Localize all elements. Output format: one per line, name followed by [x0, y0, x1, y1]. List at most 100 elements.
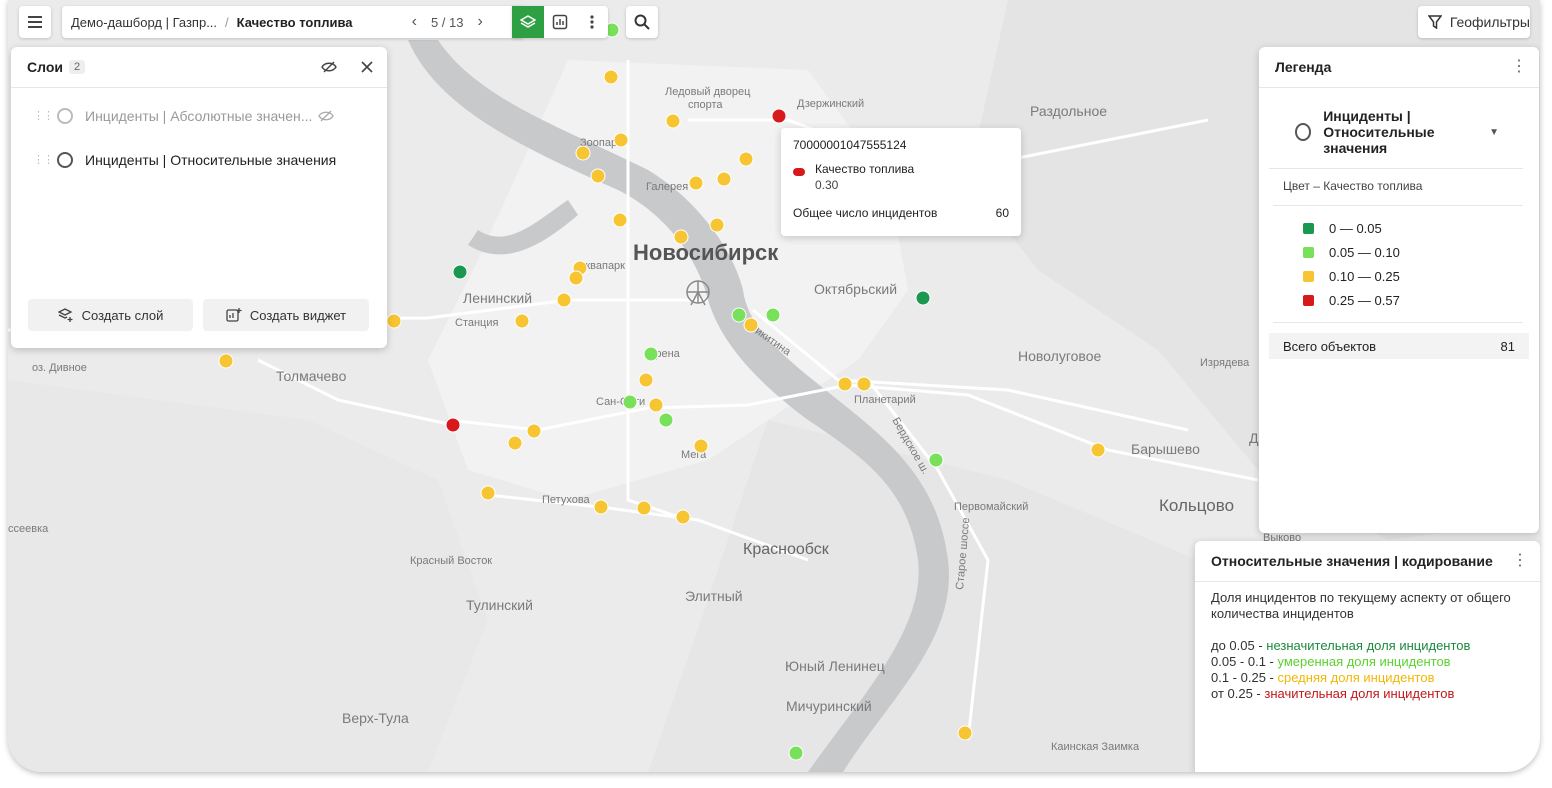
incident-marker[interactable] [673, 229, 689, 245]
coding-body: Доля инцидентов по текущему аспекту от о… [1195, 582, 1540, 710]
search-button[interactable] [626, 6, 658, 38]
incident-marker[interactable] [856, 376, 872, 392]
map-label-sancity: Сан-Сити [596, 396, 645, 408]
incident-marker[interactable] [675, 509, 691, 525]
legend-item-label: 0.25 — 0.57 [1329, 292, 1400, 308]
incident-marker[interactable] [957, 725, 973, 741]
create-layer-button[interactable]: Создать слой [28, 299, 193, 331]
coding-line: от 0.25 - значительная доля инцидентов [1211, 686, 1455, 701]
incident-marker[interactable] [480, 485, 496, 501]
map-label-krasny-vostok: Красный Восток [410, 555, 492, 567]
incident-marker[interactable] [658, 412, 674, 428]
close-icon[interactable] [361, 61, 373, 73]
create-widget-button[interactable]: Создать виджет [203, 299, 369, 331]
incident-marker[interactable] [636, 500, 652, 516]
layers-panel-title: Слои [27, 59, 63, 75]
map-label-gallery: Галерея [646, 181, 688, 193]
incident-marker[interactable] [556, 292, 572, 308]
coding-text: средняя доля инцидентов [1277, 670, 1435, 685]
incident-marker[interactable] [928, 452, 944, 468]
incident-marker[interactable] [688, 175, 704, 191]
incident-marker[interactable] [612, 212, 628, 228]
incident-marker[interactable] [693, 438, 709, 454]
widgets-button[interactable] [544, 6, 576, 38]
incident-marker[interactable] [731, 307, 747, 323]
incident-marker[interactable] [445, 417, 461, 433]
tooltip-metric-name: Качество топлива [815, 162, 915, 176]
legend-layer-name: Инциденты | Относительные значения [1323, 108, 1435, 156]
next-page-button[interactable]: › [477, 13, 482, 31]
prev-page-button[interactable]: ‹ [412, 13, 417, 31]
hide-all-icon[interactable] [321, 61, 337, 73]
incident-marker[interactable] [915, 290, 931, 306]
view-tools [512, 6, 608, 38]
incident-marker[interactable] [514, 313, 530, 329]
layer-item-absolute[interactable]: ⋮⋮ Инциденты | Абсолютные значен... [11, 94, 387, 138]
incident-marker[interactable] [575, 145, 591, 161]
incident-marker[interactable] [507, 435, 523, 451]
incident-marker[interactable] [590, 168, 606, 184]
incident-marker[interactable] [743, 317, 759, 333]
map-label-planetarium: Планетарий [854, 394, 916, 406]
incident-marker[interactable] [613, 132, 629, 148]
legend-layer[interactable]: Инциденты | Относительные значения ▼ [1269, 88, 1523, 169]
incident-marker[interactable] [643, 346, 659, 362]
coding-description: Доля инцидентов по текущему аспекту от о… [1211, 590, 1511, 621]
map-label-novolugovoe: Новолуговое [1018, 348, 1101, 364]
map-label-baryshevo: Барышево [1131, 441, 1200, 457]
legend-subtitle: Цвет – Качество топлива [1283, 179, 1423, 193]
coding-range: 0.1 - 0.25 [1211, 670, 1266, 685]
incident-marker[interactable] [638, 372, 654, 388]
incident-marker[interactable] [593, 499, 609, 515]
layer-radio[interactable] [57, 108, 73, 124]
incident-marker[interactable] [622, 394, 638, 410]
incident-marker[interactable] [603, 69, 619, 85]
map-label-verkh-tula: Верх-Тула [342, 710, 409, 726]
hidden-eye-icon[interactable] [318, 110, 335, 122]
page-pager: ‹ 5 / 13 › [412, 13, 483, 31]
incident-marker[interactable] [568, 270, 584, 286]
menu-button[interactable] [19, 6, 51, 38]
breadcrumb-dashboard[interactable]: Демо-дашборд | Газпр... [71, 15, 217, 30]
legend-menu-icon[interactable]: ⋮ [1511, 59, 1527, 75]
incident-marker[interactable] [665, 113, 681, 129]
incident-marker[interactable] [452, 264, 468, 280]
map-label-yuny-leninets: Юный Ленинец [785, 658, 885, 674]
legend-layer-radio[interactable] [1295, 123, 1312, 141]
legend-total: Всего объектов 81 [1269, 333, 1529, 359]
incident-marker[interactable] [526, 423, 542, 439]
incident-marker[interactable] [218, 353, 234, 369]
legend-header: Легенда ⋮ [1259, 47, 1539, 88]
more-options-button[interactable] [576, 6, 608, 38]
map-label-pervomaisky: Первомайский [954, 501, 1028, 513]
incident-marker[interactable] [788, 745, 804, 761]
tooltip-total-label: Общее число инцидентов [793, 206, 938, 220]
chevron-down-icon[interactable]: ▼ [1489, 127, 1499, 138]
incident-marker[interactable] [716, 171, 732, 187]
coding-menu-icon[interactable]: ⋮ [1512, 553, 1528, 569]
drag-handle-icon[interactable]: ⋮⋮ [33, 111, 54, 122]
layer-item-relative[interactable]: ⋮⋮ Инциденты | Относительные значения [11, 138, 387, 182]
layer-label: Инциденты | Относительные значения [85, 152, 337, 168]
incident-marker[interactable] [709, 217, 725, 233]
incident-marker[interactable] [738, 151, 754, 167]
incident-marker[interactable] [386, 313, 402, 329]
map-label-sseevka: ссеевка [8, 523, 49, 535]
incident-marker[interactable] [1090, 442, 1106, 458]
legend-item-label: 0.10 — 0.25 [1329, 268, 1400, 284]
legend-item: 0 — 0.05 [1303, 216, 1493, 240]
legend-panel: Легенда ⋮ Инциденты | Относительные знач… [1259, 47, 1539, 533]
incident-marker[interactable] [765, 307, 781, 323]
layer-radio[interactable] [57, 152, 73, 168]
legend-total-label: Всего объектов [1283, 338, 1377, 354]
incident-marker[interactable] [837, 376, 853, 392]
map-label-kainskaya: Каинская Заимка [1051, 741, 1140, 753]
incident-marker[interactable] [648, 397, 664, 413]
legend-swatch [1303, 246, 1314, 258]
geofilters-button[interactable]: Геофильтры [1418, 6, 1530, 38]
layers-toggle-button[interactable] [512, 6, 544, 38]
coding-range: 0.05 - 0.1 [1211, 654, 1266, 669]
layers-count-badge: 2 [68, 60, 86, 74]
incident-marker[interactable] [771, 108, 787, 124]
drag-handle-icon[interactable]: ⋮⋮ [33, 155, 54, 166]
